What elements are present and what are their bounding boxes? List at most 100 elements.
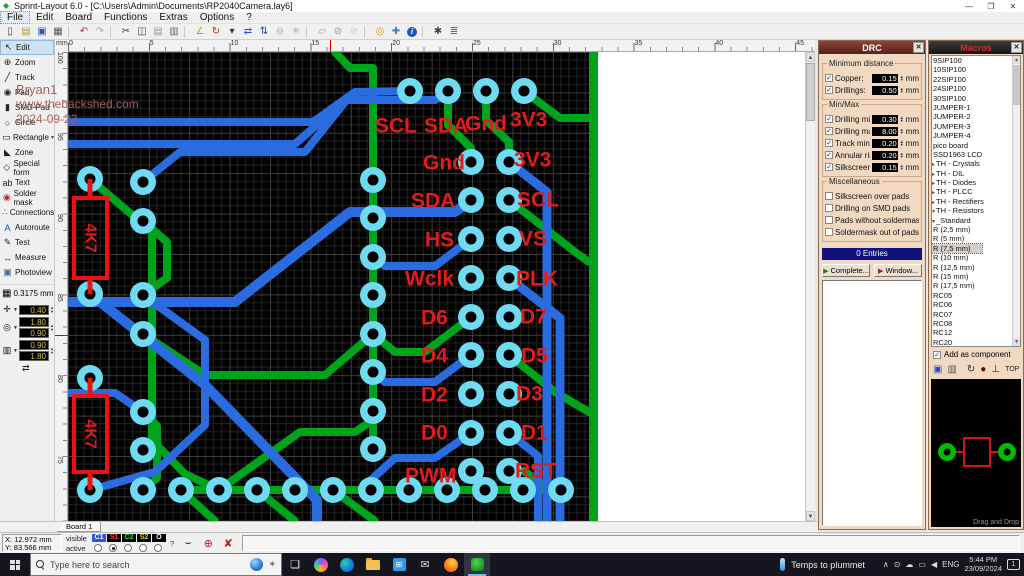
menu-item-file[interactable]: File xyxy=(0,11,30,24)
delete-macro-button[interactable]: ▥ xyxy=(947,364,956,375)
macro-tree-item-r-10[interactable]: R (10 mm) xyxy=(932,253,1020,262)
checkbox-unchecked[interactable] xyxy=(825,216,833,224)
toolbar-button-open[interactable]: ▤ xyxy=(18,25,34,39)
menu-item-help[interactable]: ? xyxy=(240,12,258,23)
tool-smd-pad[interactable]: ▮ SMD-Pad xyxy=(0,100,54,115)
pad-drill-field[interactable]: 0.90 xyxy=(19,328,49,338)
toolbar-button-print[interactable]: ▦ xyxy=(50,25,66,39)
toolbar-button-snap[interactable]: ✳ xyxy=(288,25,304,39)
pcb-canvas[interactable]: 4K7 4K7 SCL SDA Gnd 3V3 Gnd 3V3 SDA SCL … xyxy=(68,52,815,521)
clock[interactable]: 5:44 PM 23/09/2024 xyxy=(964,556,1002,573)
start-button[interactable] xyxy=(0,553,30,576)
layer-chip-layer-c1[interactable]: C1 xyxy=(92,534,106,542)
toolbar-button-sep6[interactable] xyxy=(422,26,428,38)
weather-headline[interactable]: Temps to plummet xyxy=(791,560,865,570)
rule-value-field[interactable]: 0.30 xyxy=(872,115,898,124)
drc-close-button[interactable]: ✕ xyxy=(913,42,924,53)
scroll-down-arrow[interactable]: ▼ xyxy=(1013,338,1020,346)
track-width-field[interactable]: 0.40 xyxy=(19,305,49,315)
close-button[interactable]: ✕ xyxy=(1002,2,1024,11)
macro-tree-item-30sip100[interactable]: 30SIP100 xyxy=(932,94,1020,103)
scroll-down-arrow[interactable]: ▼ xyxy=(806,511,815,521)
macros-close-button[interactable]: ✕ xyxy=(1011,42,1022,53)
toolbar-button-crosshair[interactable]: ✚ xyxy=(388,25,404,39)
layer-chip-layer-s2[interactable]: S2 xyxy=(137,534,151,542)
toolbar-button-rotate-dropdown[interactable]: ▾ xyxy=(224,25,240,39)
tree-expander-icon[interactable]: ▸ xyxy=(932,190,935,196)
macro-tree-item-rc08[interactable]: RC08 xyxy=(932,319,1020,328)
toolbar-button-mirror-vertical[interactable]: ⇅ xyxy=(256,25,272,39)
macro-tree-item-r-15[interactable]: R (15 mm) xyxy=(932,272,1020,281)
drc-window-button[interactable]: ▶ Window... xyxy=(874,264,922,277)
tool-special-form[interactable]: ◇ Special form xyxy=(0,160,54,175)
toolbar-button-edit-angle[interactable]: ∠ xyxy=(192,25,208,39)
rule-spinner[interactable]: ▲▼ xyxy=(900,75,904,82)
macro-tree-item-jumper-3[interactable]: JUMPER-3 xyxy=(932,122,1020,131)
minimize-button[interactable]: — xyxy=(958,2,980,11)
active-layer-radio-o[interactable] xyxy=(154,544,162,552)
toolbar-button-sep3[interactable] xyxy=(184,26,190,38)
tool-rectangle[interactable]: ▭ Rectangle ▾ xyxy=(0,130,54,145)
macro-tree-item-th-resistors[interactable]: ▾TH - Resistors xyxy=(932,206,1020,215)
macro-tree-item-r-2-5[interactable]: R (2,5 mm) xyxy=(932,225,1020,234)
vertical-scrollbar[interactable]: ▲ ▼ xyxy=(805,52,815,521)
add-as-component-checkbox[interactable]: ✓ xyxy=(933,351,941,359)
swap-icon[interactable]: ⇄ xyxy=(22,363,54,374)
remove-connection-button[interactable]: ✘ xyxy=(219,535,237,551)
scroll-up-arrow[interactable]: ▲ xyxy=(806,52,815,62)
toolbar-button-lock[interactable]: ⊘ xyxy=(330,25,346,39)
macro-tree-item-jumper-1[interactable]: JUMPER-1 xyxy=(932,103,1020,112)
tree-expander-icon[interactable]: ▸ xyxy=(932,172,935,178)
toolbar-button-sep1[interactable] xyxy=(68,26,74,38)
taskbar-app-mail[interactable]: ✉ xyxy=(412,553,438,576)
taskbar-app-edge[interactable] xyxy=(334,553,360,576)
macro-tree-item-rc07[interactable]: RC07 xyxy=(932,310,1020,319)
task-view-button[interactable]: ❏ xyxy=(282,553,308,576)
grid-setting-button[interactable]: ▦ 0.3175 mm xyxy=(0,284,54,302)
thermometer-icon[interactable] xyxy=(780,558,785,571)
checkbox-checked[interactable]: ✓ xyxy=(825,127,833,135)
tool-test[interactable]: ✎ Test xyxy=(0,235,54,250)
toolbar-button-sep2[interactable] xyxy=(110,26,116,38)
macro-tree-item-pico-board[interactable]: pico board xyxy=(932,141,1020,150)
tree-expander-icon[interactable]: ▸ xyxy=(932,200,935,206)
active-layer-radio-s2[interactable] xyxy=(139,544,147,552)
taskbar-app-firefox[interactable] xyxy=(438,553,464,576)
macro-tree-item-10sip100[interactable]: 10SIP100 xyxy=(932,65,1020,74)
pad-size-spinner[interactable]: ▲▼ xyxy=(50,324,54,332)
taskbar-app-store[interactable]: ⊞ xyxy=(386,553,412,576)
board-tab[interactable]: Board 1 xyxy=(57,522,101,532)
toolbar-button-zoom-all[interactable]: ◎ xyxy=(372,25,388,39)
macro-tree-item-rc06[interactable]: RC06 xyxy=(932,300,1020,309)
tree-expander-icon[interactable]: ▸ xyxy=(932,162,935,168)
toolbar-button-settings-gear[interactable]: ✱ xyxy=(430,25,446,39)
taskbar-app-browser-beta[interactable] xyxy=(308,553,334,576)
macro-tree-item-r-7-5[interactable]: R (7,5 mm) xyxy=(932,244,982,253)
drc-results-list[interactable] xyxy=(822,280,922,526)
toolbar-button-cut[interactable]: ✂ xyxy=(118,25,134,39)
rule-value-field[interactable]: 0.20 xyxy=(872,139,898,148)
macro-tree-item-9sip100[interactable]: 9SIP100 xyxy=(932,56,1020,65)
tool-measure[interactable]: ↔ Measure xyxy=(0,250,54,265)
toolbar-button-copy[interactable]: ◫ xyxy=(134,25,150,39)
macro-preview[interactable]: Drag and Drop xyxy=(931,379,1021,527)
macro-tree-item-r-12-5[interactable]: R (12,5 mm) xyxy=(932,263,1020,272)
macro-tree-item-standard[interactable]: ▾_Standard xyxy=(932,216,1020,225)
menu-item-board[interactable]: Board xyxy=(59,12,98,23)
macro-tree-item-24sip100[interactable]: 24SIP100 xyxy=(932,84,1020,93)
tree-expander-icon[interactable]: ▾ xyxy=(932,209,935,215)
layer-chip-layer-o[interactable]: O xyxy=(152,534,166,542)
mirror-macro-button[interactable]: ● xyxy=(980,364,986,375)
checkbox-unchecked[interactable] xyxy=(825,192,833,200)
active-layer-radio-c2[interactable] xyxy=(124,544,132,552)
onedrive-icon[interactable]: ⊙ xyxy=(894,560,901,569)
tree-expander-icon[interactable]: ▾ xyxy=(932,219,935,225)
toolbar-button-update[interactable]: ≣ xyxy=(446,25,462,39)
cloud-icon[interactable]: ☁ xyxy=(905,560,913,569)
scroll-up-arrow[interactable]: ▲ xyxy=(1013,56,1020,64)
macro-tree-item-th-rectifiers[interactable]: ▸TH - Rectifiers xyxy=(932,197,1020,206)
active-layer-radio-s1[interactable] xyxy=(109,544,117,552)
rule-value-field[interactable]: 0.20 xyxy=(872,151,898,160)
menu-item-options[interactable]: Options xyxy=(194,12,240,23)
checkbox-checked[interactable]: ✓ xyxy=(825,115,833,123)
